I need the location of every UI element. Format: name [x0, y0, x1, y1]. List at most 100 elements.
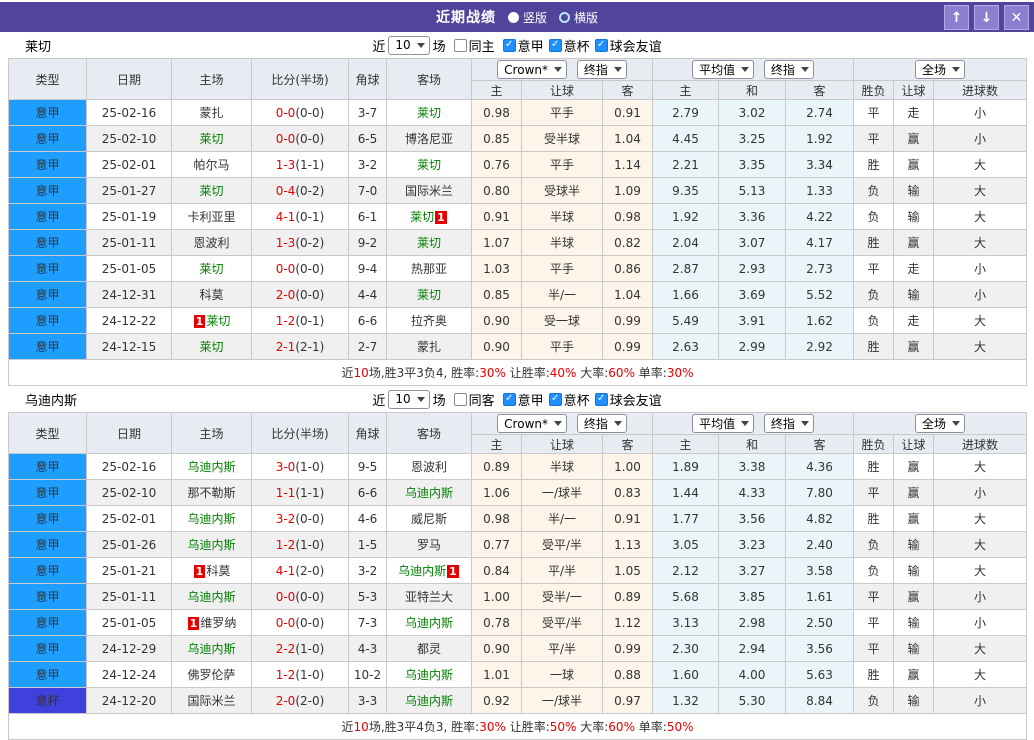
odds-away-cell: 0.99 [601, 333, 654, 360]
score-cell: 3-2(0-0) [251, 505, 349, 532]
filter-row: 乌迪内斯 近 10 场 同客 ✓ 意甲 ✓ 意杯 ✓ 球会友谊 [8, 386, 1026, 412]
home-team-cell: 恩波利 [171, 229, 252, 256]
avg-draw-cell: 3.02 [718, 99, 787, 126]
away-team-name: 蒙扎 [416, 340, 441, 354]
team-section: 莱切 近 10 场 同主 ✓ 意甲 ✓ 意杯 ✓ 球会友谊 类型 日期 主场 比… [7, 32, 1028, 386]
date-cell: 24-12-31 [86, 281, 172, 308]
match-row: 意甲 25-02-01 帕尔马 1-3(1-1) 3-2 莱切 0.76 平手 1.14 2.21… [8, 151, 1028, 178]
league-cell: 意甲 [8, 557, 87, 584]
avg-home-cell: 2.30 [652, 635, 720, 662]
layout-radio-vertical[interactable]: 竖版 [507, 9, 547, 26]
average-select[interactable]: 平均值 [692, 414, 755, 433]
matches-table: 类型 日期 主场 比分(半场) 角球 客场 Crown* 终指 平均值 终指 全… [7, 412, 1028, 740]
result-goals-cell: 大 [933, 661, 1028, 688]
avg-home-cell: 1.32 [652, 687, 720, 714]
fulltime-score: 1-1 [275, 485, 296, 500]
league-cell: 意甲 [8, 99, 87, 126]
result-outcome-cell: 胜 [853, 151, 895, 178]
filters: 近 10 场 同主 ✓ 意甲 ✓ 意杯 ✓ 球会友谊 [372, 35, 662, 55]
bookmaker-select[interactable]: Crown* [497, 414, 567, 433]
home-team-name: 乌迪内斯 [187, 590, 236, 604]
avg-stage-select[interactable]: 终指 [763, 60, 814, 79]
move-up-button[interactable]: ↑ [944, 5, 969, 30]
odds-stage-select[interactable]: 终指 [576, 414, 627, 433]
home-team-cell: 卡利亚里 [171, 203, 252, 230]
home-team-cell: 乌迪内斯 [171, 505, 252, 532]
away-team-name: 乌迪内斯 [404, 694, 453, 708]
odds-handicap-cell: 受平/半 [521, 609, 603, 636]
fulltime-score: 2-2 [275, 641, 296, 656]
summary-text: 近10场,胜3平3负4, 胜率:30% 让胜率:40% 大率:60% 单率:30… [7, 359, 1028, 386]
away-team-name: 莱切 [416, 158, 441, 172]
halftime-score: (1-0) [295, 459, 325, 474]
avg-stage-select[interactable]: 终指 [763, 414, 814, 433]
away-team-name: 乌迪内斯 [404, 616, 453, 630]
corners-cell: 4-3 [348, 635, 387, 662]
home-team-cell: 1 莱切 [171, 307, 252, 334]
match-count-select[interactable]: 10 [388, 389, 430, 409]
summary-part: 60% [608, 720, 635, 734]
average-select[interactable]: 平均值 [692, 60, 755, 79]
games-label: 场 [432, 393, 446, 409]
avg-draw-cell: 5.30 [718, 687, 787, 714]
summary-part: 场,胜3平4负3, 胜率: [368, 720, 480, 734]
summary-part: 近 [341, 720, 354, 734]
team-name: 乌迪内斯 [25, 393, 78, 409]
close-button[interactable]: ✕ [1004, 5, 1029, 30]
avg-away-cell: 3.58 [785, 557, 855, 584]
same-venue-checkbox[interactable]: 同客 [453, 390, 495, 409]
chevron-down-icon [553, 421, 562, 426]
away-team-cell: 都灵 [386, 635, 472, 662]
league-filter-checkbox[interactable]: ✓ 意杯 [548, 36, 590, 55]
result-handicap-cell: 走 [893, 99, 935, 126]
chevron-down-icon [553, 67, 562, 72]
summary-row: 近10场,胜3平3负4, 胜率:30% 让胜率:40% 大率:60% 单率:30… [7, 359, 1028, 386]
fulltime-score: 1-3 [275, 235, 296, 250]
chevron-down-icon [952, 67, 961, 72]
result-goals-cell: 小 [933, 255, 1028, 282]
league-filter-checkbox[interactable]: ✓ 球会友谊 [594, 390, 662, 409]
checkbox-icon: ✓ [548, 38, 562, 52]
match-count-select[interactable]: 10 [388, 35, 430, 55]
odds-home-cell: 1.07 [471, 229, 522, 256]
col-avg-away: 客 [785, 80, 855, 100]
bookmaker-select[interactable]: Crown* [497, 60, 567, 79]
league-filter-checkbox[interactable]: ✓ 意杯 [548, 390, 590, 409]
date-cell: 24-12-29 [86, 635, 172, 662]
col-result-outcome: 胜负 [853, 80, 895, 100]
average-group-header: 平均值 终指 [652, 412, 855, 435]
home-team-name: 乌迪内斯 [187, 460, 236, 474]
date-cell: 25-02-16 [86, 453, 172, 480]
fulltime-score: 1-2 [275, 667, 296, 682]
league-cell: 意甲 [8, 229, 87, 256]
col-home: 主场 [171, 412, 252, 454]
corners-cell: 5-3 [348, 583, 387, 610]
league-filter-checkbox[interactable]: ✓ 球会友谊 [594, 36, 662, 55]
date-cell: 24-12-22 [86, 307, 172, 334]
odds-stage-select[interactable]: 终指 [576, 60, 627, 79]
radio-horizontal-label: 横版 [574, 10, 599, 25]
average-group-header: 平均值 终指 [652, 58, 855, 81]
date-cell: 25-01-21 [86, 557, 172, 584]
corners-cell: 4-6 [348, 505, 387, 532]
move-down-button[interactable]: ↓ [974, 5, 999, 30]
scope-select[interactable]: 全场 [915, 414, 966, 433]
same-venue-checkbox[interactable]: 同主 [453, 36, 495, 55]
result-outcome-cell: 负 [853, 281, 895, 308]
halftime-score: (0-1) [295, 313, 325, 328]
red-card-badge: 1 [187, 617, 200, 630]
summary-part: 60% [608, 366, 635, 380]
away-team-name: 罗马 [416, 538, 441, 552]
league-filter-checkbox[interactable]: ✓ 意甲 [502, 36, 544, 55]
checkbox-label: 球会友谊 [609, 39, 662, 55]
avg-away-cell: 3.34 [785, 151, 855, 178]
scope-select[interactable]: 全场 [915, 60, 966, 79]
date-cell: 24-12-24 [86, 661, 172, 688]
layout-radio-horizontal[interactable]: 横版 [559, 9, 598, 26]
col-score: 比分(半场) [251, 58, 349, 100]
halftime-score: (0-2) [295, 235, 325, 250]
away-team-name: 拉齐奥 [410, 314, 447, 328]
score-cell: 0-0(0-0) [251, 583, 349, 610]
result-goals-cell: 大 [933, 229, 1028, 256]
league-filter-checkbox[interactable]: ✓ 意甲 [502, 390, 544, 409]
